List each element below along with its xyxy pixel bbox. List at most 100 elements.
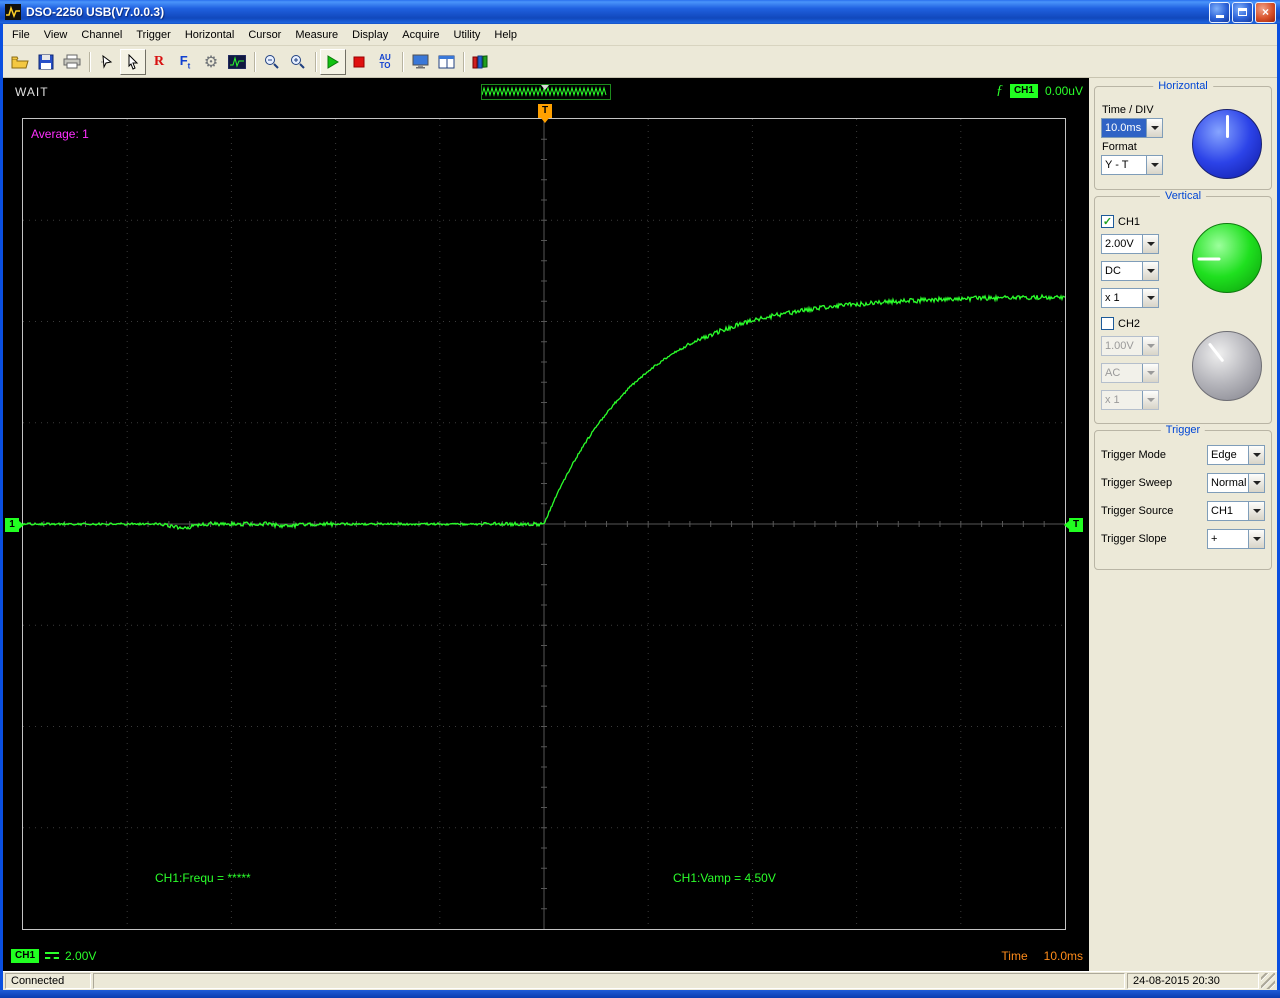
ch2-checkbox[interactable]: CH2 — [1101, 315, 1265, 332]
pointer-tool-button[interactable] — [120, 48, 146, 75]
statusbar-spacer — [93, 973, 1125, 989]
ch2-probe-select: x 1 — [1101, 390, 1159, 410]
chevron-down-icon — [1248, 474, 1264, 492]
trigger-mode-row: Trigger Mode Edge — [1101, 445, 1265, 465]
panel-layout-button[interactable] — [433, 49, 459, 75]
menu-acquire[interactable]: Acquire — [395, 25, 446, 45]
knob-pointer — [1207, 342, 1224, 363]
trigger-symbol-icon: ƒ — [995, 83, 1003, 98]
fft-button[interactable]: Ft — [172, 49, 198, 75]
stop-icon — [353, 56, 365, 67]
help-books-button[interactable] — [468, 49, 494, 75]
ch1-position-knob[interactable] — [1192, 223, 1262, 293]
save-button[interactable] — [33, 49, 59, 75]
spectrum-icon — [228, 54, 246, 69]
ch1-checkbox-label: CH1 — [1118, 215, 1141, 228]
ch1-badge: CH1 — [11, 949, 40, 963]
ch1-level-marker[interactable]: 1 — [5, 518, 24, 532]
window-frame: File View Channel Trigger Horizontal Cur… — [0, 24, 1280, 990]
statusbar: Connected 24-08-2015 20:30 — [3, 971, 1277, 990]
chevron-down-icon — [1146, 119, 1162, 137]
checkbox-checked-icon: ✓ — [1101, 215, 1114, 228]
dc-coupling-icon — [45, 951, 60, 961]
cursor-measure-button[interactable] — [94, 49, 120, 75]
waveform-plot — [22, 119, 1066, 929]
ch1-volts-select[interactable]: 2.00V — [1101, 234, 1159, 254]
refresh-button[interactable]: R — [146, 49, 172, 75]
scope-bottom-bar: CH1 2.00V Time 10.0ms — [7, 945, 1085, 967]
chevron-down-icon — [1146, 156, 1162, 174]
spectrum-button[interactable] — [224, 49, 250, 75]
trigger-position-marker[interactable]: T — [538, 104, 552, 123]
trigger-slope-select[interactable]: + — [1207, 529, 1265, 549]
maximize-button[interactable] — [1232, 1, 1253, 23]
settings-button[interactable]: ⚙ — [198, 49, 224, 75]
toolbar-separator — [315, 51, 316, 72]
auto-icon: AU TO — [379, 52, 391, 70]
horizontal-knob[interactable] — [1192, 109, 1262, 179]
acquisition-status: WAIT — [15, 85, 49, 99]
trigger-sweep-select[interactable]: Normal — [1207, 473, 1265, 493]
close-button[interactable]: × — [1255, 1, 1276, 23]
chevron-down-icon — [1248, 446, 1264, 464]
display-mode-button[interactable] — [407, 49, 433, 75]
toolbar: R Ft ⚙ AU TO — [3, 46, 1277, 78]
toolbar-separator — [89, 51, 90, 72]
trigger-readout: ƒ CH1 0.00uV — [996, 83, 1083, 99]
zoom-in-icon — [291, 54, 305, 69]
ch1-coupling-select[interactable]: DC — [1101, 261, 1159, 281]
vertical-group-title: Vertical — [1159, 190, 1207, 202]
trigger-level-value: 0.00uV — [1044, 84, 1083, 98]
zoom-out-icon — [265, 54, 279, 69]
record-preview[interactable] — [481, 84, 611, 100]
menubar: File View Channel Trigger Horizontal Cur… — [3, 24, 1277, 46]
chevron-down-icon — [1142, 364, 1158, 382]
menu-view[interactable]: View — [37, 25, 75, 45]
menu-horizontal[interactable]: Horizontal — [178, 25, 242, 45]
zoom-in-button[interactable] — [285, 49, 311, 75]
status-strip: WAIT ƒ CH1 0.00uV — [3, 81, 1089, 103]
resize-grip-icon[interactable] — [1261, 973, 1275, 989]
time-scale-readout: 10.0ms — [1043, 949, 1083, 963]
autoset-button[interactable]: AU TO — [372, 49, 398, 75]
format-select[interactable]: Y - T — [1101, 155, 1163, 175]
start-button[interactable] — [320, 48, 346, 75]
menu-channel[interactable]: Channel — [74, 25, 129, 45]
pointer-icon — [128, 53, 139, 70]
trigger-channel-badge: CH1 — [1009, 84, 1038, 98]
minimize-button[interactable] — [1209, 1, 1230, 23]
trigger-source-label: Trigger Source — [1101, 505, 1174, 517]
content: WAIT ƒ CH1 0.00uV Average: 1 CH1:Frequ =… — [3, 78, 1277, 971]
window-title: DSO-2250 USB(V7.0.0.3) — [26, 5, 165, 19]
menu-help[interactable]: Help — [487, 25, 524, 45]
trigger-sweep-row: Trigger Sweep Normal — [1101, 473, 1265, 493]
ch2-coupling-select: AC — [1101, 363, 1159, 383]
scope-region: WAIT ƒ CH1 0.00uV Average: 1 CH1:Frequ =… — [3, 78, 1089, 971]
ch2-position-knob[interactable] — [1192, 331, 1262, 401]
trigger-level-marker[interactable]: T — [1064, 518, 1083, 532]
window-bottom-border — [0, 990, 1280, 998]
timediv-select[interactable]: 10.0ms — [1101, 118, 1163, 138]
open-folder-icon — [11, 56, 29, 68]
trigger-group: Trigger Trigger Mode Edge Trigger Sweep … — [1094, 424, 1272, 570]
menu-file[interactable]: File — [5, 25, 37, 45]
ch1-probe-select[interactable]: x 1 — [1101, 288, 1159, 308]
menu-measure[interactable]: Measure — [288, 25, 345, 45]
vertical-group: Vertical ✓ CH1 2.00V DC x 1 CH2 1.00V AC… — [1094, 190, 1272, 424]
zoom-out-button[interactable] — [259, 49, 285, 75]
chevron-down-icon — [1142, 391, 1158, 409]
knob-pointer — [1225, 115, 1229, 138]
menu-display[interactable]: Display — [345, 25, 395, 45]
open-button[interactable] — [7, 49, 33, 75]
menu-utility[interactable]: Utility — [447, 25, 488, 45]
print-button[interactable] — [59, 49, 85, 75]
trigger-mode-label: Trigger Mode — [1101, 449, 1167, 461]
maximize-icon — [1238, 8, 1247, 16]
floppy-icon — [38, 54, 54, 69]
trigger-source-select[interactable]: CH1 — [1207, 501, 1265, 521]
menu-cursor[interactable]: Cursor — [241, 25, 288, 45]
fft-icon: Ft — [179, 52, 191, 71]
trigger-mode-select[interactable]: Edge — [1207, 445, 1265, 465]
menu-trigger[interactable]: Trigger — [129, 25, 177, 45]
stop-button[interactable] — [346, 49, 372, 75]
